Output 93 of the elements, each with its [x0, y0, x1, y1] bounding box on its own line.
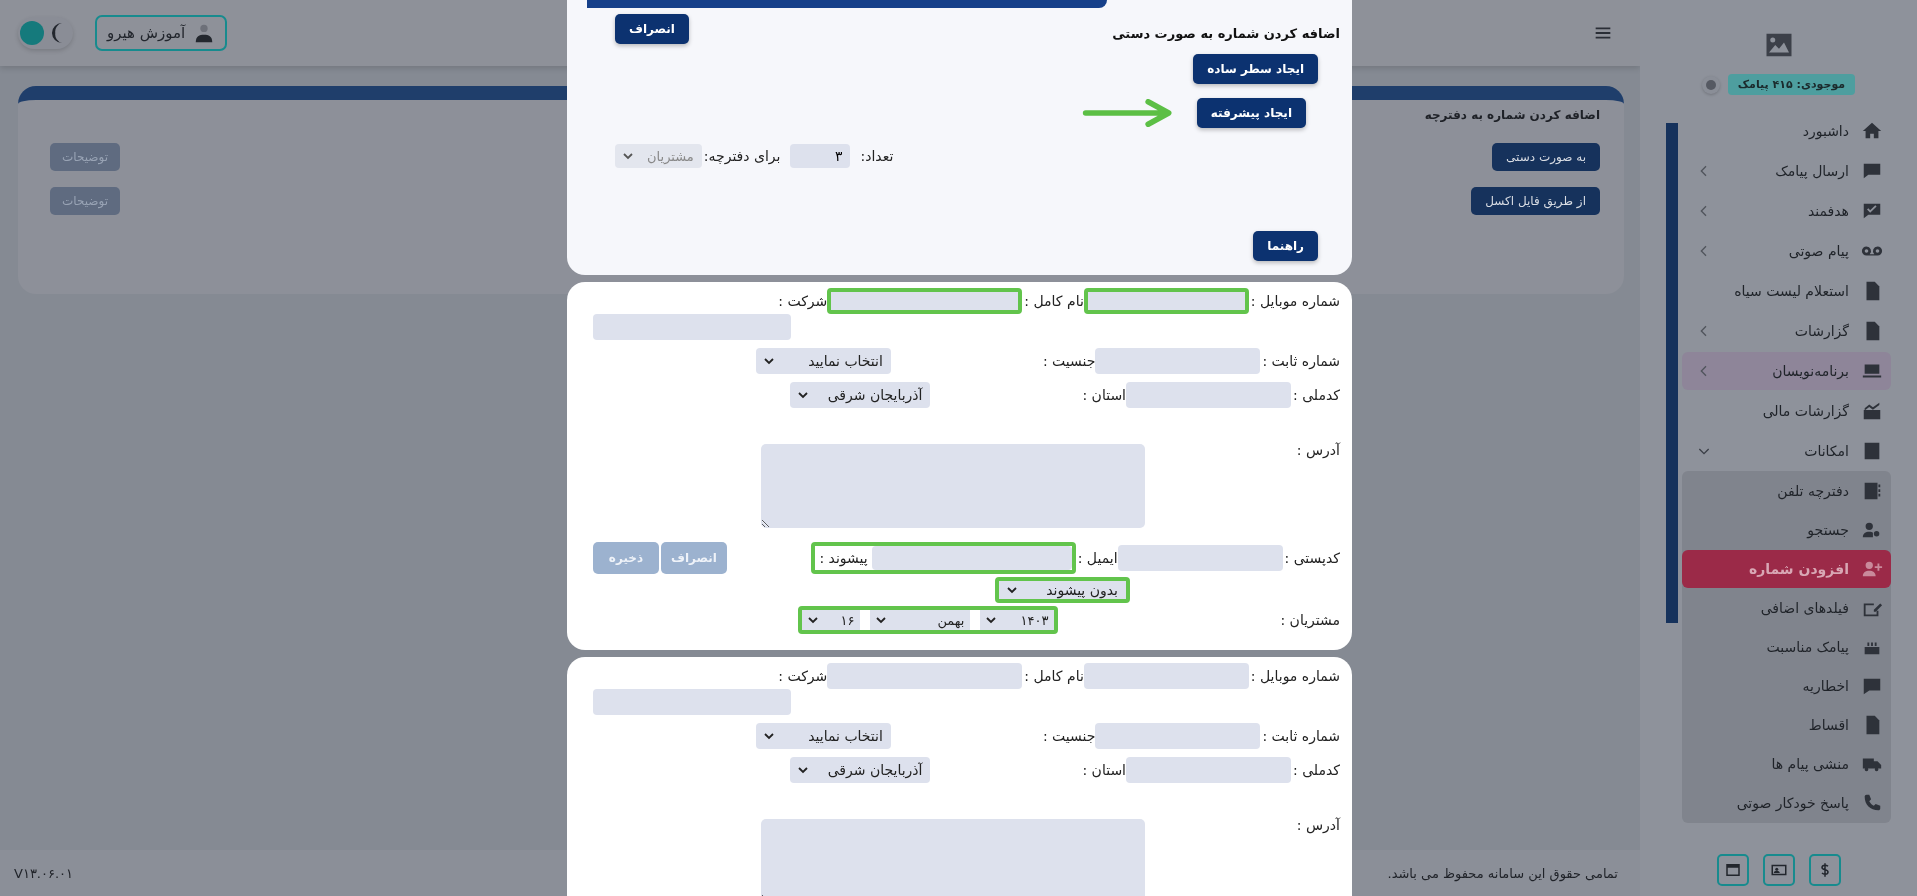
text-field[interactable]	[827, 663, 1023, 689]
sidebar-item[interactable]: منشی پیام ها	[1682, 745, 1891, 783]
id-card-icon[interactable]	[1762, 854, 1795, 886]
phonebook-dropdown[interactable]: مشتریان	[615, 144, 702, 168]
advanced-button[interactable]: ایجاد پیشرفته	[1196, 98, 1306, 128]
text-field[interactable]	[827, 288, 1023, 314]
caret-icon	[986, 615, 997, 625]
sidebar-item[interactable]: پیام صوتی	[1682, 232, 1891, 270]
field-label: آدرس :	[1295, 817, 1340, 833]
dropdown[interactable]: آذربایجان شرقی	[789, 382, 931, 408]
field-label: جنسیت :	[1041, 728, 1096, 744]
window-icon[interactable]	[1716, 854, 1749, 886]
text-field[interactable]	[1095, 348, 1261, 374]
field-label: شماره موبایل :	[1249, 668, 1340, 684]
phonebook-label: برای دفترچه:	[703, 148, 781, 164]
field-label: شرکت :	[777, 293, 828, 309]
balance-badge: موجودی: ۴۱۵ پیامک	[1727, 74, 1856, 95]
sidebar-item[interactable]: جستجو	[1682, 511, 1891, 549]
field-label: کدپستی :	[1283, 550, 1340, 566]
cancel-button[interactable]: انصراف	[615, 14, 689, 44]
sidebar-item[interactable]: افزودن شماره	[1682, 550, 1891, 588]
date-dropdown[interactable]: بهمن	[870, 610, 971, 630]
sidebar-item[interactable]: استعلام لیست سیاه	[1682, 272, 1891, 310]
field-label: کدملی :	[1292, 762, 1340, 778]
sidebar-item[interactable]: اخطاریه	[1682, 667, 1891, 705]
sidebar-item[interactable]: امکانات	[1682, 432, 1891, 470]
caret-icon	[797, 765, 808, 775]
field-label: جنسیت :	[1041, 353, 1096, 369]
help-button[interactable]: راهنما	[1253, 231, 1318, 261]
field-label: شماره موبایل :	[1249, 293, 1340, 309]
field-label: آدرس :	[1295, 442, 1340, 458]
text-field[interactable]	[1083, 288, 1249, 314]
date-dropdown[interactable]: ۱۴۰۳	[980, 610, 1055, 630]
dollar-icon[interactable]	[1808, 854, 1841, 886]
copyright-text: تمامی حقوق این سامانه محفوظ می باشد.	[1387, 865, 1618, 881]
field-label: استان :	[1081, 387, 1126, 403]
sidebar-item[interactable]: پیامک مناسبت	[1682, 628, 1891, 666]
card-title: اضافه کردن شماره به دفترچه	[1424, 108, 1600, 122]
date-dropdown[interactable]: ۱۶	[802, 610, 861, 630]
field-label: شرکت :	[777, 668, 828, 684]
text-field[interactable]	[1083, 663, 1249, 689]
field-label: نام کامل :	[1023, 293, 1084, 309]
dropdown[interactable]: انتخاب نمایید	[755, 348, 891, 374]
sidebar-item[interactable]: گزارشات	[1682, 312, 1891, 350]
action-button[interactable]: به صورت دستی	[1492, 143, 1600, 171]
address-field[interactable]	[760, 444, 1145, 528]
dropdown[interactable]: آذربایجان شرقی	[789, 757, 931, 783]
moon-icon	[52, 23, 63, 43]
action-button[interactable]: از طریق فایل اکسل	[1471, 187, 1600, 215]
version-text: V۱۳.۰۶.۰۱	[14, 865, 74, 881]
text-field[interactable]	[593, 689, 791, 715]
field-label: کدملی :	[1292, 387, 1340, 403]
prefix-label: پیشوند :	[818, 550, 869, 566]
caret-icon	[1007, 585, 1017, 595]
caret-icon	[797, 390, 808, 400]
sidebar-item[interactable]: داشبورد	[1682, 112, 1891, 150]
caret-icon	[876, 615, 887, 625]
sidebar-item[interactable]: اقساط	[1682, 706, 1891, 744]
count-field[interactable]: ۳	[790, 144, 851, 168]
sidebar-item[interactable]: دفترچه تلفن	[1682, 472, 1891, 510]
caret-icon	[763, 731, 774, 741]
toggle-knob	[20, 21, 44, 45]
caret-icon	[623, 151, 633, 161]
caret-icon	[808, 615, 819, 625]
field-label: استان :	[1081, 762, 1126, 778]
sidebar-item[interactable]: گزارشات مالی	[1682, 392, 1891, 430]
sidebar-item[interactable]: ارسال پیامک	[1682, 152, 1891, 190]
field-label: مشتریان :	[1279, 612, 1340, 628]
simple-row-button[interactable]: ایجاد سطر ساده	[1193, 54, 1318, 84]
balance-toggle-button[interactable]	[1701, 75, 1720, 94]
field-label: نام کامل :	[1023, 668, 1084, 684]
dropdown[interactable]: انتخاب نمایید	[755, 723, 891, 749]
theme-toggle[interactable]	[18, 17, 73, 49]
sidebar-item[interactable]: برنامه‌نویسان	[1682, 352, 1891, 390]
field-label: شماره ثابت :	[1261, 728, 1340, 744]
text-field[interactable]	[1117, 545, 1283, 571]
count-label: تعداد:	[860, 148, 894, 164]
dropdown[interactable]: بدون پیشوند	[995, 577, 1130, 603]
money-chart-icon	[1861, 400, 1883, 422]
field-label: شماره ثابت :	[1261, 353, 1340, 369]
text-field[interactable]	[1095, 723, 1261, 749]
text-field[interactable]	[593, 314, 791, 340]
email-field[interactable]	[871, 546, 1072, 570]
modal-title: اضافه کردن شماره به صورت دستی	[1112, 26, 1340, 41]
user-button[interactable]: آموزش هیرو	[95, 15, 228, 51]
text-field[interactable]	[1126, 382, 1291, 408]
text-field[interactable]	[1126, 757, 1291, 783]
caret-icon	[763, 356, 774, 366]
field-label: ایمیل :	[1076, 550, 1118, 566]
sidebar-item[interactable]: هدفمند	[1682, 192, 1891, 230]
sidebar-item[interactable]: فیلدهای اضافی	[1682, 589, 1891, 627]
sidebar-item[interactable]: پاسخ خودکار صوتی	[1682, 784, 1891, 822]
address-field[interactable]	[760, 819, 1145, 896]
